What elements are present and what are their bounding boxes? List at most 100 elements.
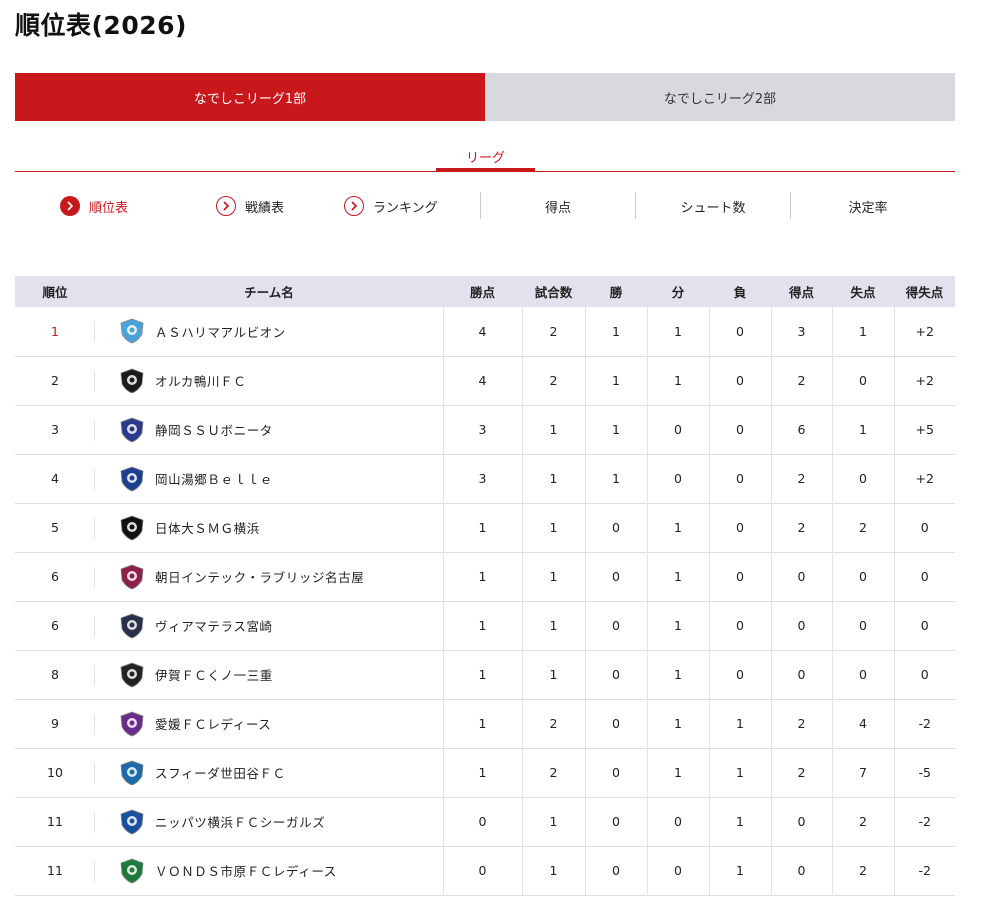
- loveledge-logo-icon: [117, 562, 147, 592]
- cell-team[interactable]: 朝日インテック・ラブリッジ名古屋: [95, 552, 444, 601]
- cell-points: 3: [443, 454, 523, 503]
- nav-ranking[interactable]: ランキング: [344, 192, 438, 220]
- cell-team[interactable]: ＶＯＮＤＳ市原ＦＣレディース: [95, 846, 444, 895]
- team-name[interactable]: 愛媛ＦＣレディース: [155, 714, 271, 733]
- cell-won: 0: [585, 650, 648, 699]
- chevron-right-icon: [344, 196, 364, 216]
- nav-conversion[interactable]: 決定率: [791, 192, 945, 220]
- cell-points: 3: [443, 405, 523, 454]
- cell-points: 1: [443, 699, 523, 748]
- team-name[interactable]: スフィーダ世田谷ＦＣ: [155, 763, 286, 782]
- cell-won: 0: [585, 846, 648, 895]
- cell-points: 4: [443, 307, 523, 356]
- cell-team[interactable]: 日体大ＳＭＧ横浜: [95, 503, 444, 552]
- cell-goals-for: 0: [771, 650, 833, 699]
- cell-rank: 8: [15, 650, 95, 699]
- cell-drawn: 1: [647, 748, 710, 797]
- team-name[interactable]: ニッパツ横浜ＦＣシーガルズ: [155, 812, 325, 831]
- cell-lost: 0: [709, 405, 772, 454]
- team-name[interactable]: ＶＯＮＤＳ市原ＦＣレディース: [155, 861, 337, 880]
- cell-rank: 4: [15, 454, 95, 503]
- rank-value: 4: [51, 471, 59, 486]
- table-row: 5 日体大ＳＭＧ横浜 1 1 0 1 0 2 2 0: [15, 503, 955, 552]
- cell-played: 1: [522, 797, 586, 846]
- cell-goals-for: 2: [771, 454, 833, 503]
- tab-division-1[interactable]: なでしこリーグ1部: [15, 73, 485, 121]
- cell-goals-against: 2: [832, 846, 895, 895]
- rank-value: 8: [51, 667, 59, 682]
- nav-goals[interactable]: 得点: [481, 192, 635, 220]
- header-won: 勝: [585, 276, 647, 307]
- cell-lost: 0: [709, 552, 772, 601]
- cell-goal-difference: -2: [918, 716, 931, 731]
- table-row: 6 ヴィアマテラス宮崎 1 1 0 1 0 0 0 0: [15, 601, 955, 650]
- table-header-row: 順位 チーム名 勝点 試合数 勝 分 負 得点 失点 得失点: [15, 276, 955, 307]
- cell-team[interactable]: 岡山湯郷Ｂｅｌｌｅ: [95, 454, 444, 503]
- team-name[interactable]: 岡山湯郷Ｂｅｌｌｅ: [155, 469, 273, 488]
- cell-won: 0: [585, 552, 648, 601]
- cell-goal-difference: +2: [915, 471, 934, 486]
- cell-team[interactable]: スフィーダ世田谷ＦＣ: [95, 748, 444, 797]
- team-name[interactable]: 静岡ＳＳＵボニータ: [155, 420, 273, 439]
- cell-goals-against: 1: [832, 307, 895, 356]
- nav-shots[interactable]: シュート数: [636, 192, 790, 220]
- team-name[interactable]: ＡＳハリマアルビオン: [155, 322, 286, 341]
- cell-team[interactable]: 静岡ＳＳＵボニータ: [95, 405, 444, 454]
- cell-goals-for: 3: [771, 307, 833, 356]
- standings-table: 順位 チーム名 勝点 試合数 勝 分 負 得点 失点 得失点 1 ＡＳハリマアルビ…: [15, 276, 955, 896]
- cell-team[interactable]: ＡＳハリマアルビオン: [95, 307, 444, 356]
- cell-goals-against: 0: [832, 454, 895, 503]
- cell-rank: 3: [15, 405, 95, 454]
- cell-lost: 1: [709, 699, 772, 748]
- cell-goals-against: 0: [832, 552, 895, 601]
- cell-won: 0: [585, 503, 648, 552]
- cell-goals-for: 0: [771, 797, 833, 846]
- cell-played: 1: [522, 846, 586, 895]
- cell-lost: 0: [709, 601, 772, 650]
- nav-results[interactable]: 戦績表: [216, 192, 284, 220]
- cell-goals-for: 2: [771, 699, 833, 748]
- cell-goal-difference: +2: [915, 323, 934, 339]
- team-name[interactable]: ヴィアマテラス宮崎: [155, 616, 273, 635]
- cell-goal-difference: +2: [915, 373, 934, 388]
- cell-goals-for: 0: [771, 846, 833, 895]
- cell-played: 2: [522, 699, 586, 748]
- tab-league[interactable]: リーグ: [436, 140, 535, 171]
- cell-lost: 1: [709, 846, 772, 895]
- viamateras-logo-icon: [117, 611, 147, 641]
- cell-goals-for: 2: [771, 356, 833, 405]
- cell-rank: 9: [15, 699, 95, 748]
- cell-team[interactable]: ニッパツ横浜ＦＣシーガルズ: [95, 797, 444, 846]
- cell-played: 2: [522, 307, 586, 356]
- tab-division-2[interactable]: なでしこリーグ2部: [485, 73, 955, 121]
- table-row: 11 ＶＯＮＤＳ市原ＦＣレディース 0 1 0 0 1 0 2 -2: [15, 846, 955, 895]
- cell-rank: 2: [15, 356, 95, 405]
- cell-drawn: 0: [647, 797, 710, 846]
- team-name[interactable]: オルカ鴨川ＦＣ: [155, 371, 246, 390]
- nav-standings[interactable]: 順位表: [60, 192, 128, 220]
- cell-rank: 6: [15, 601, 95, 650]
- cell-drawn: 0: [647, 454, 710, 503]
- cell-goals-against: 0: [832, 356, 895, 405]
- nav-ranking-label: ランキング: [373, 200, 438, 216]
- cell-drawn: 1: [647, 552, 710, 601]
- rank-value: 2: [51, 373, 59, 388]
- team-name[interactable]: 日体大ＳＭＧ横浜: [155, 518, 260, 537]
- cell-team[interactable]: ヴィアマテラス宮崎: [95, 601, 444, 650]
- cell-points: 0: [443, 846, 523, 895]
- sub-tabs: リーグ: [15, 140, 955, 172]
- sfida-logo-icon: [117, 758, 147, 788]
- team-name[interactable]: 伊賀ＦＣくノ一三重: [155, 665, 273, 684]
- cell-goal-difference: 0: [920, 667, 929, 682]
- header-drawn: 分: [647, 276, 709, 307]
- cell-team[interactable]: 伊賀ＦＣくノ一三重: [95, 650, 444, 699]
- rank-value: 6: [51, 618, 59, 633]
- cell-points: 1: [443, 650, 523, 699]
- cell-goal-difference: 0: [920, 569, 929, 584]
- cell-team[interactable]: オルカ鴨川ＦＣ: [95, 356, 444, 405]
- cell-team[interactable]: 愛媛ＦＣレディース: [95, 699, 444, 748]
- cell-drawn: 0: [647, 846, 710, 895]
- cell-lost: 0: [709, 307, 772, 356]
- team-name[interactable]: 朝日インテック・ラブリッジ名古屋: [155, 567, 364, 586]
- cell-goals-against: 4: [832, 699, 895, 748]
